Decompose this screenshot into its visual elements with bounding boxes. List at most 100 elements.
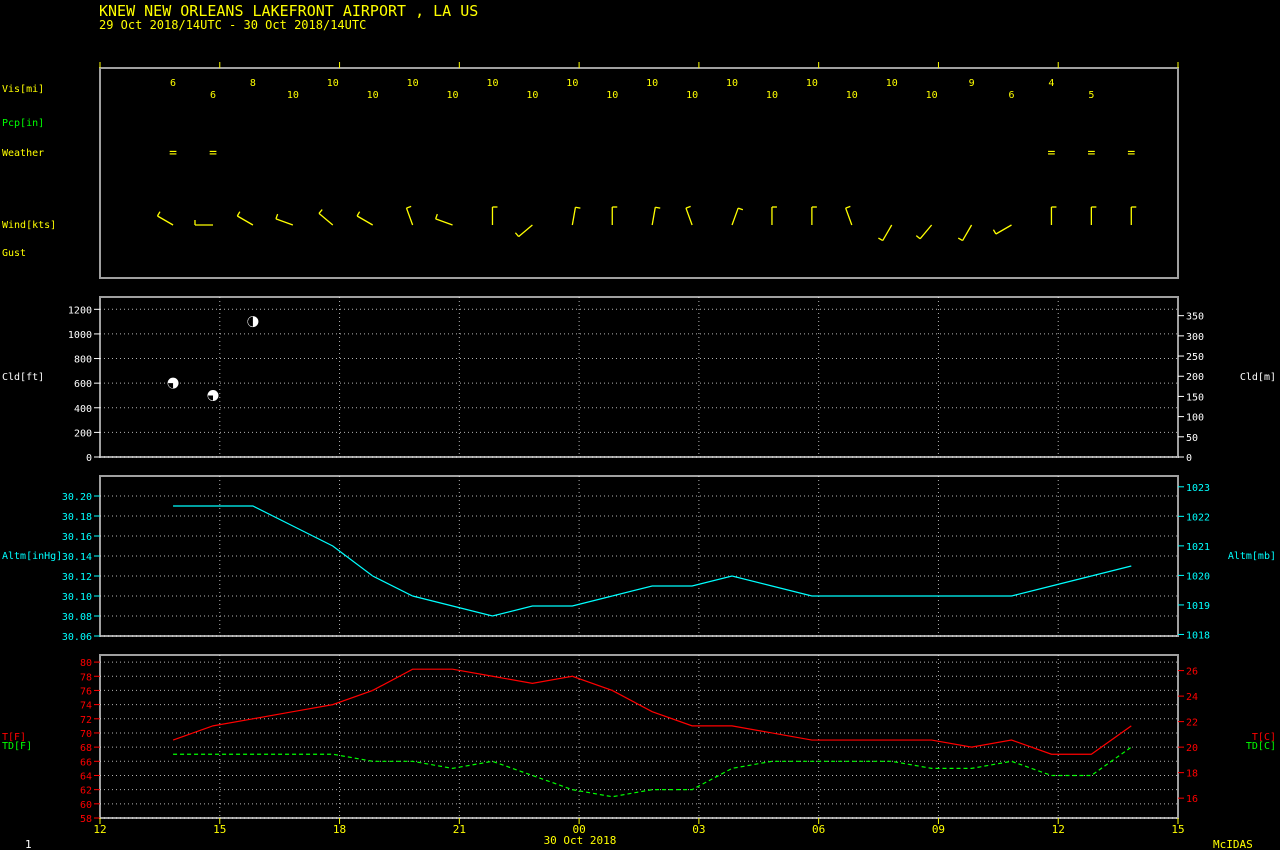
row-label-weather: Weather <box>2 148 44 159</box>
temperature-ytick-label: 68 <box>80 743 92 754</box>
x-axis-tick-label: 15 <box>1171 823 1184 836</box>
wind-barb <box>882 224 893 241</box>
wind-barb <box>405 207 414 226</box>
wind-barb-feather <box>275 213 279 220</box>
wind-barb <box>685 207 693 226</box>
cloud-ytick-label: 800 <box>74 355 92 366</box>
visibility-value: 6 <box>210 90 216 101</box>
cloud-ytick-label: 200 <box>74 428 92 439</box>
temperature-right-tick-label: 18 <box>1186 769 1198 780</box>
altimeter-ylabel: Altm[inHg] <box>2 551 62 562</box>
altimeter-ytick-label: 30.12 <box>62 572 92 583</box>
visibility-value: 10 <box>367 90 379 101</box>
weather-fog-symbol: = <box>169 146 177 161</box>
temperature-ytick-label: 80 <box>80 658 92 669</box>
period-subtitle: 29 Oct 2018/14UTC - 30 Oct 2018/14UTC <box>99 18 366 32</box>
wind-barb-feather <box>435 213 438 220</box>
altimeter-ytick-label: 30.20 <box>62 492 92 503</box>
wind-barb-feather <box>655 206 661 209</box>
temperature-series-line <box>172 668 1132 755</box>
row-label-vismi: Vis[mi] <box>2 84 44 95</box>
cloud-ytick-label: 1000 <box>68 330 92 341</box>
wind-barb-feather <box>514 232 520 237</box>
x-axis-tick-label: 12 <box>93 823 106 836</box>
temperature-right-tick-label: 24 <box>1186 692 1198 703</box>
cloud-cover-fill <box>207 395 213 401</box>
x-axis-tick-label: 00 <box>572 823 585 836</box>
cloud-right-tick-label: 0 <box>1186 453 1192 464</box>
temperature-right-tick-label: 20 <box>1186 743 1198 754</box>
footer-number: 1 <box>25 838 32 850</box>
wind-barb <box>962 224 973 241</box>
visibility-value: 10 <box>646 78 658 89</box>
altimeter-right-tick-label: 1020 <box>1186 571 1210 582</box>
x-axis-tick-label: 15 <box>213 823 226 836</box>
temperature-ytick-label: 58 <box>80 814 92 825</box>
wind-barb <box>651 207 656 226</box>
altimeter-ytick-label: 30.14 <box>62 552 92 563</box>
altimeter-series-line <box>173 505 1132 617</box>
temperature-ytick-label: 72 <box>80 715 92 726</box>
dewpoint-ylabel-right: TD[C] <box>1246 741 1276 752</box>
visibility-value: 10 <box>926 90 938 101</box>
wind-barb-feather <box>845 205 851 209</box>
wind-barb-feather <box>737 207 744 211</box>
temperature-ytick-label: 60 <box>80 800 92 811</box>
wind-barb-feather <box>685 205 691 209</box>
row-label-gust: Gust <box>2 248 26 259</box>
altimeter-ytick-label: 30.10 <box>62 592 92 603</box>
wind-barb <box>518 224 533 238</box>
temperature-ytick-label: 64 <box>80 771 92 782</box>
wind-barb-feather <box>156 211 161 217</box>
temperature-right-tick-label: 26 <box>1186 667 1198 678</box>
altimeter-ylabel-right: Altm[mb] <box>1228 551 1276 562</box>
wind-barb-feather <box>406 205 412 209</box>
visibility-value: 10 <box>846 90 858 101</box>
meteogram: KNEW NEW ORLEANS LAKEFRONT AIRPORT , LA … <box>2 2 1276 850</box>
temperature-ytick-label: 70 <box>80 729 92 740</box>
altimeter-ytick-label: 30.18 <box>62 512 92 523</box>
visibility-value: 10 <box>726 78 738 89</box>
visibility-value: 9 <box>969 78 975 89</box>
visibility-value: 10 <box>526 90 538 101</box>
wind-barb <box>356 215 374 226</box>
weather-fog-symbol: = <box>1087 146 1095 161</box>
wind-barb-feather <box>915 235 921 240</box>
dewpoint-ylabel: TD[F] <box>2 741 32 752</box>
wind-barb-feather <box>356 211 361 217</box>
cloud-right-tick-label: 150 <box>1186 392 1204 403</box>
wind-barb <box>845 207 853 226</box>
visibility-value: 10 <box>566 78 578 89</box>
temperature-ytick-label: 76 <box>80 686 92 697</box>
visibility-value: 10 <box>407 78 419 89</box>
weather-fog-symbol: = <box>209 146 217 161</box>
visibility-value: 10 <box>766 90 778 101</box>
x-axis-tick-label: 03 <box>692 823 705 836</box>
temperature-ytick-label: 74 <box>80 701 92 712</box>
temperature-ytick-label: 78 <box>80 672 92 683</box>
visibility-value: 8 <box>250 78 256 89</box>
altimeter-ytick-label: 30.16 <box>62 532 92 543</box>
x-axis-tick-label: 09 <box>932 823 945 836</box>
x-axis-tick-label: 12 <box>1052 823 1065 836</box>
cloud-cover-fill <box>168 383 174 389</box>
wind-barb-feather <box>236 211 241 217</box>
altimeter-right-tick-label: 1018 <box>1186 630 1210 641</box>
visibility-value: 10 <box>447 90 459 101</box>
wind-barb <box>275 218 294 226</box>
wind-barb <box>318 212 334 226</box>
visibility-value: 4 <box>1048 78 1054 89</box>
visibility-value: 10 <box>486 78 498 89</box>
cloud-right-tick-label: 300 <box>1186 332 1204 343</box>
weather-fog-symbol: = <box>1127 146 1135 161</box>
visibility-value: 10 <box>806 78 818 89</box>
cloud-right-tick-label: 100 <box>1186 413 1204 424</box>
wind-barb <box>731 207 739 226</box>
wind-barb-feather <box>318 209 323 214</box>
cloud-ytick-label: 0 <box>86 453 92 464</box>
wind-barb <box>919 224 933 240</box>
cloud-ylabel-right: Cld[m] <box>1240 372 1276 383</box>
visibility-value: 5 <box>1088 90 1094 101</box>
wind-barb-feather <box>992 229 997 235</box>
wind-barb <box>571 207 577 226</box>
